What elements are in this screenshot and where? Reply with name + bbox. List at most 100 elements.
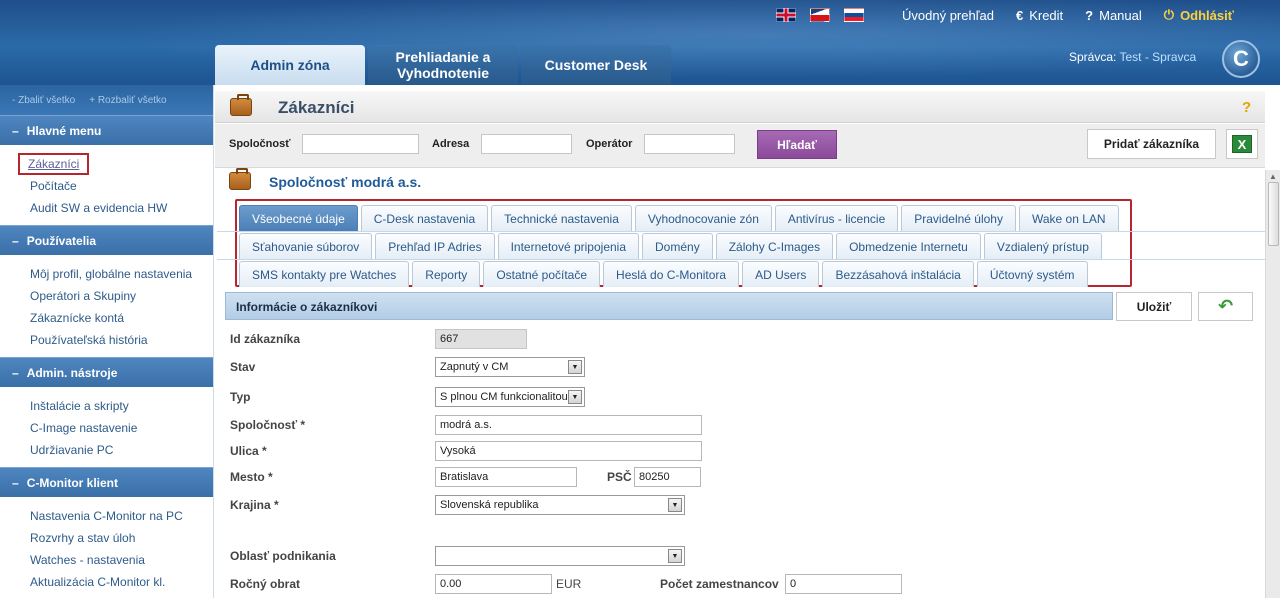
company-briefcase-icon [229,168,251,190]
turnover-label: Ročný obrat [230,577,301,591]
business-area-select[interactable]: ▼ [435,546,685,566]
briefcase-icon [230,94,252,116]
state-select[interactable]: Zapnutý v CM ▼ [435,357,585,377]
company-field[interactable]: modrá a.s. [435,415,702,435]
sidebar-item-c-image[interactable]: C-Image nastavenie [30,417,213,439]
tab-ad-users[interactable]: AD Users [742,261,820,287]
help-icon[interactable]: ? [1242,99,1251,116]
top-navigation: Úvodný prehľad € Kredit ? Manual ⏻ Odhlásiť [776,6,1234,24]
employees-label: Počet zamestnancov [660,577,779,591]
company-filter-label: Spoločnosť [229,138,291,150]
euro-icon: € [1015,7,1024,23]
sidebar-item-audit[interactable]: Audit SW a evidencia HW [30,197,213,219]
sidebar-section-main-menu[interactable]: – Hlavné menu [0,115,213,145]
tab-c-desk[interactable]: C-Desk nastavenia [360,205,489,231]
tab-c-monitor-passwords[interactable]: Heslá do C-Monitora [603,261,740,287]
sidebar-item-my-profile[interactable]: Môj profil, globálne nastavenia [30,263,213,285]
chevron-down-icon: ▼ [668,549,682,563]
sidebar-item-operators[interactable]: Operátori a Skupiny [30,285,213,307]
operator-filter-input[interactable] [644,134,735,154]
collapse-all-link[interactable]: - Zbaliť všetko [12,95,75,106]
tab-zones[interactable]: Vyhodnocovanie zón [634,205,772,231]
street-field[interactable]: Vysoká [435,441,702,461]
sidebar-item-watches[interactable]: Watches - nastavenia [30,549,213,571]
tab-domains[interactable]: Domény [642,233,713,259]
sidebar-item-customer-accounts[interactable]: Zákaznícke kontá [30,307,213,329]
street-label: Ulica * [230,444,267,458]
tab-technical[interactable]: Technické nastavenia [491,205,632,231]
english-flag-icon[interactable] [776,8,796,22]
business-area-label: Oblasť podnikania [230,549,336,563]
save-button[interactable]: Uložiť [1116,292,1192,321]
tab-reports[interactable]: Reporty [412,261,481,287]
tab-antivirus[interactable]: Antivírus - licencie [774,205,899,231]
sidebar-item-computers[interactable]: Počítače [30,175,213,197]
type-select[interactable]: S plnou CM funkcionalitou ▼ [435,387,585,407]
company-name: Spoločnosť modrá a.s. [269,174,422,190]
vertical-scrollbar[interactable]: ▲ [1265,170,1280,598]
excel-export-button[interactable]: X [1226,129,1258,159]
tab-internet-connections[interactable]: Internetové pripojenia [497,233,640,259]
add-customer-button[interactable]: Pridať zákazníka [1087,129,1216,159]
city-field[interactable]: Bratislava [435,467,577,487]
operator-filter-label: Operátor [586,138,633,150]
address-filter-input[interactable] [481,134,572,154]
logout-link[interactable]: ⏻ Odhlásiť [1164,7,1234,23]
czech-flag-icon[interactable] [810,8,830,22]
tab-general[interactable]: Všeobecné údaje [239,205,358,231]
power-icon: ⏻ [1163,7,1175,22]
sidebar-item-c-monitor-settings[interactable]: Nastavenia C-Monitor na PC [30,505,213,527]
sub-tab-row-3: SMS kontakty pre Watches Reporty Ostatné… [239,261,1091,287]
c-logo-icon: C [1222,40,1260,78]
tab-other-computers[interactable]: Ostatné počítače [483,261,601,287]
tab-admin-zone[interactable]: Admin zóna [215,45,365,85]
zip-field[interactable]: 80250 [634,467,701,487]
tab-remote-access[interactable]: Vzdialený prístup [983,233,1102,259]
tab-internet-restriction[interactable]: Obmedzenie Internetu [836,233,981,259]
back-arrow-icon[interactable]: ↶ [1198,292,1253,321]
sidebar-section-users[interactable]: – Používatelia [0,225,213,255]
sidebar-item-customers[interactable]: Zákazníci [18,153,90,175]
manual-link[interactable]: ? Manual [1085,8,1142,23]
sidebar-section-admin-tools[interactable]: – Admin. nástroje [0,357,213,387]
credit-link[interactable]: € Kredit [1016,8,1063,23]
country-select[interactable]: Slovenská republika ▼ [435,495,685,515]
tab-wake-on-lan[interactable]: Wake on LAN [1018,205,1119,231]
tab-regular-tasks[interactable]: Pravidelné úlohy [901,205,1016,231]
tab-sms-contacts[interactable]: SMS kontakty pre Watches [239,261,410,287]
admin-name[interactable]: Test - Spravca [1119,50,1196,64]
scroll-up-icon[interactable]: ▲ [1269,172,1277,181]
tab-browsing-evaluation[interactable]: Prehliadanie a Vyhodnotenie [368,45,518,85]
tab-downloads[interactable]: Sťahovanie súborov [239,233,373,259]
tab-ip-addresses[interactable]: Prehľad IP Adries [375,233,495,259]
customer-id-field: 667 [435,329,527,349]
excel-icon: X [1232,135,1252,153]
employees-field[interactable]: 0 [785,574,902,594]
search-button[interactable]: Hľadať [757,130,837,159]
admin-label: Správca: Test - Spravca [1069,50,1197,64]
slovak-flag-icon[interactable] [844,8,864,22]
expand-all-link[interactable]: + Rozbaliť všetko [89,95,166,106]
sidebar-item-schedules[interactable]: Rozvrhy a stav úloh [30,527,213,549]
tab-accounting-system[interactable]: Účtovný systém [976,261,1088,287]
sidebar-item-user-history[interactable]: Používateľská história [30,329,213,351]
page-title-bar: Zákazníci ? [215,91,1265,123]
filter-bar: Spoločnosť Adresa Operátor Hľadať Pridať… [215,124,1265,168]
sidebar-section-c-monitor[interactable]: – C-Monitor klient [0,467,213,497]
sidebar-item-c-monitor-update[interactable]: Aktualizácia C-Monitor kl. [30,571,213,593]
tab-unattended-install[interactable]: Bezzásahová inštalácia [822,261,974,287]
company-filter-input[interactable] [302,134,419,154]
state-label: Stav [230,360,256,374]
customer-sub-tabs: Všeobecné údaje C-Desk nastavenia Techni… [217,199,1267,287]
scrollbar-thumb[interactable] [1268,182,1279,246]
tab-customer-desk[interactable]: Customer Desk [521,45,671,85]
overview-link[interactable]: Úvodný prehľad [902,8,994,23]
page-title: Zákazníci [278,98,355,117]
turnover-field[interactable]: 0.00 [435,574,552,594]
tab-c-images-backups[interactable]: Zálohy C-Images [715,233,834,259]
main-content: Zákazníci ? Spoločnosť Adresa Operátor H… [215,85,1267,598]
sidebar-item-installations[interactable]: Inštalácie a skripty [30,395,213,417]
question-icon: ? [1085,7,1094,23]
main-tabs: Admin zóna Prehliadanie a Vyhodnotenie C… [215,45,674,85]
sidebar-item-pc-maintenance[interactable]: Udržiavanie PC [30,439,213,461]
